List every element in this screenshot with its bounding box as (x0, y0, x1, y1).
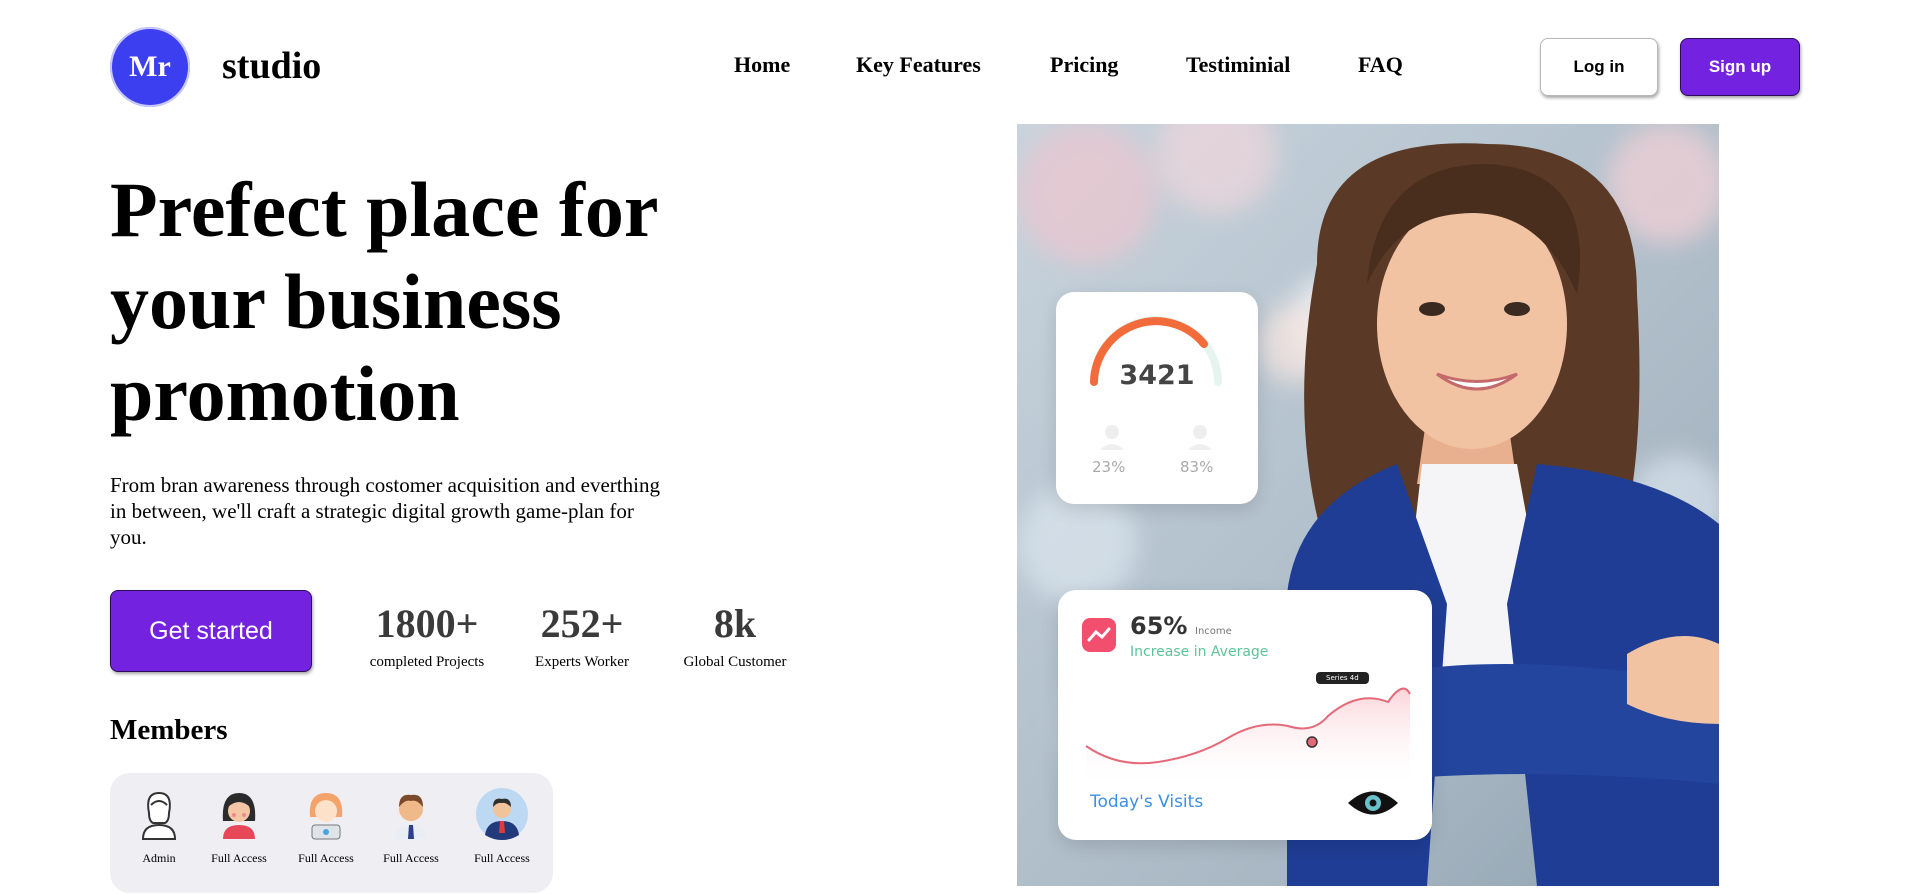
member-item[interactable]: Admin (114, 787, 204, 866)
stat-value: 8k (713, 601, 757, 646)
stat-workers: 252+ Experts Worker (522, 600, 642, 671)
members-title: Members (110, 714, 228, 746)
signup-button[interactable]: Sign up (1680, 38, 1800, 96)
woman-outline-avatar-icon (141, 791, 177, 840)
stat-projects: 1800+ completed Projects (362, 600, 492, 671)
brand-name[interactable]: studio (222, 44, 321, 88)
gauge-right-percent: 83% (1180, 458, 1214, 476)
logo[interactable]: Mr (110, 27, 190, 107)
member-item[interactable]: Full Access (366, 787, 456, 866)
member-item[interactable]: Full Access (281, 787, 371, 866)
stat-label: Global Customer (683, 654, 787, 670)
income-percent: 65% (1130, 612, 1188, 640)
nav-link-key-features[interactable]: Key Features (856, 52, 981, 78)
series-tag: Series 4d (1316, 672, 1369, 684)
nav-link-faq[interactable]: FAQ (1358, 52, 1403, 78)
member-label: Admin (142, 851, 176, 865)
get-started-button[interactable]: Get started (110, 590, 312, 672)
gauge-icon (1090, 316, 1222, 450)
todays-visits-label[interactable]: Today's Visits (1090, 792, 1203, 812)
hero-headline: Prefect place for your business promotio… (110, 166, 658, 437)
stat-label: completed Projects (369, 654, 485, 670)
trend-icon (1082, 618, 1116, 652)
woman-dark-hair-avatar-icon (222, 793, 256, 839)
stat-label: Experts Worker (535, 654, 629, 670)
woman-laptop-avatar-icon (309, 793, 343, 840)
stat-value: 252+ (540, 601, 624, 646)
man-tie-avatar-icon (395, 794, 427, 839)
income-label: Income (1195, 626, 1232, 637)
nav-link-home[interactable]: Home (734, 52, 790, 78)
hero-subtext: From bran awareness through costomer acq… (110, 473, 660, 549)
login-button[interactable]: Log in (1540, 38, 1658, 96)
man-suit-avatar-icon (476, 788, 528, 840)
income-card: 65% Income Increase in Average Series 4d… (1058, 590, 1432, 840)
member-item[interactable]: Full Access (194, 787, 284, 866)
gauge-left-percent: 23% (1092, 458, 1126, 476)
member-label: Full Access (474, 851, 530, 865)
nav-link-testiminial[interactable]: Testiminial (1186, 52, 1290, 78)
nav-link-pricing[interactable]: Pricing (1050, 52, 1118, 78)
members-list: Admin Full Access Full Access Full Acces… (110, 773, 553, 893)
stat-customers: 8k Global Customer (670, 600, 800, 671)
member-item[interactable]: Full Access (457, 787, 547, 866)
member-label: Full Access (383, 851, 439, 865)
stat-value: 1800+ (375, 601, 479, 646)
member-label: Full Access (211, 851, 267, 865)
gauge-value: 3421 (1119, 360, 1195, 391)
eye-icon[interactable] (1346, 786, 1400, 820)
income-line-chart (1085, 687, 1411, 790)
gauge-card: 3421 23% 83% (1056, 292, 1258, 504)
member-label: Full Access (298, 851, 354, 865)
